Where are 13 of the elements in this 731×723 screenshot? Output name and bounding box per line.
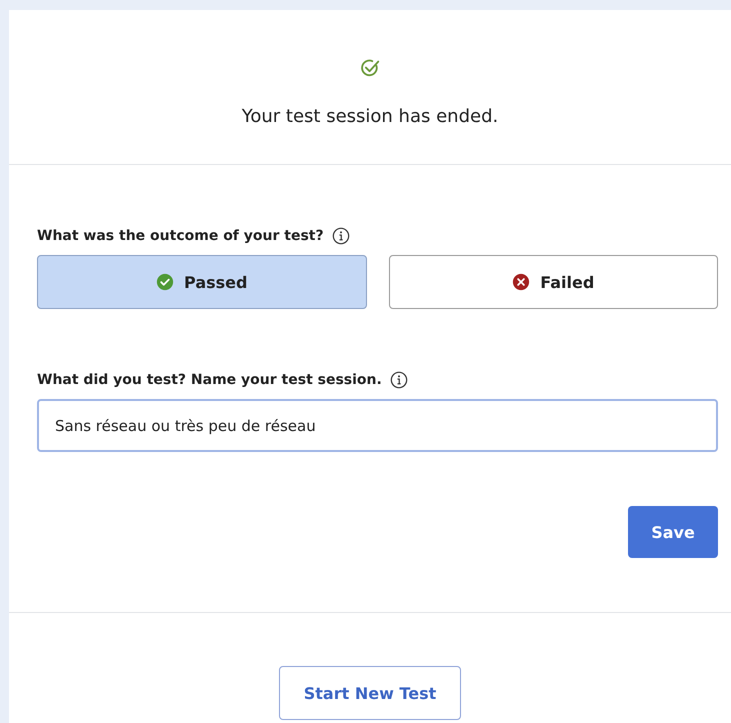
outcome-option[interactable]: Passed <box>37 255 366 309</box>
cross-icon <box>512 273 530 291</box>
session-name-field[interactable]: Sans réseau ou très peu de réseau <box>37 399 718 452</box>
field-label: What was the outcome of your test? <box>37 228 324 244</box>
outcome-option[interactable]: Failed <box>388 255 718 309</box>
save-button[interactable]: Save <box>628 506 718 558</box>
check-icon <box>156 273 174 291</box>
page-title: Your test session has ended. <box>242 106 498 127</box>
info-icon[interactable] <box>390 371 408 389</box>
field-label: What did you test? Name your test session. <box>37 372 382 388</box>
info-icon[interactable] <box>332 227 350 245</box>
start-new-test-button[interactable]: Start New Test <box>279 666 461 720</box>
check-circle-icon <box>359 57 381 79</box>
